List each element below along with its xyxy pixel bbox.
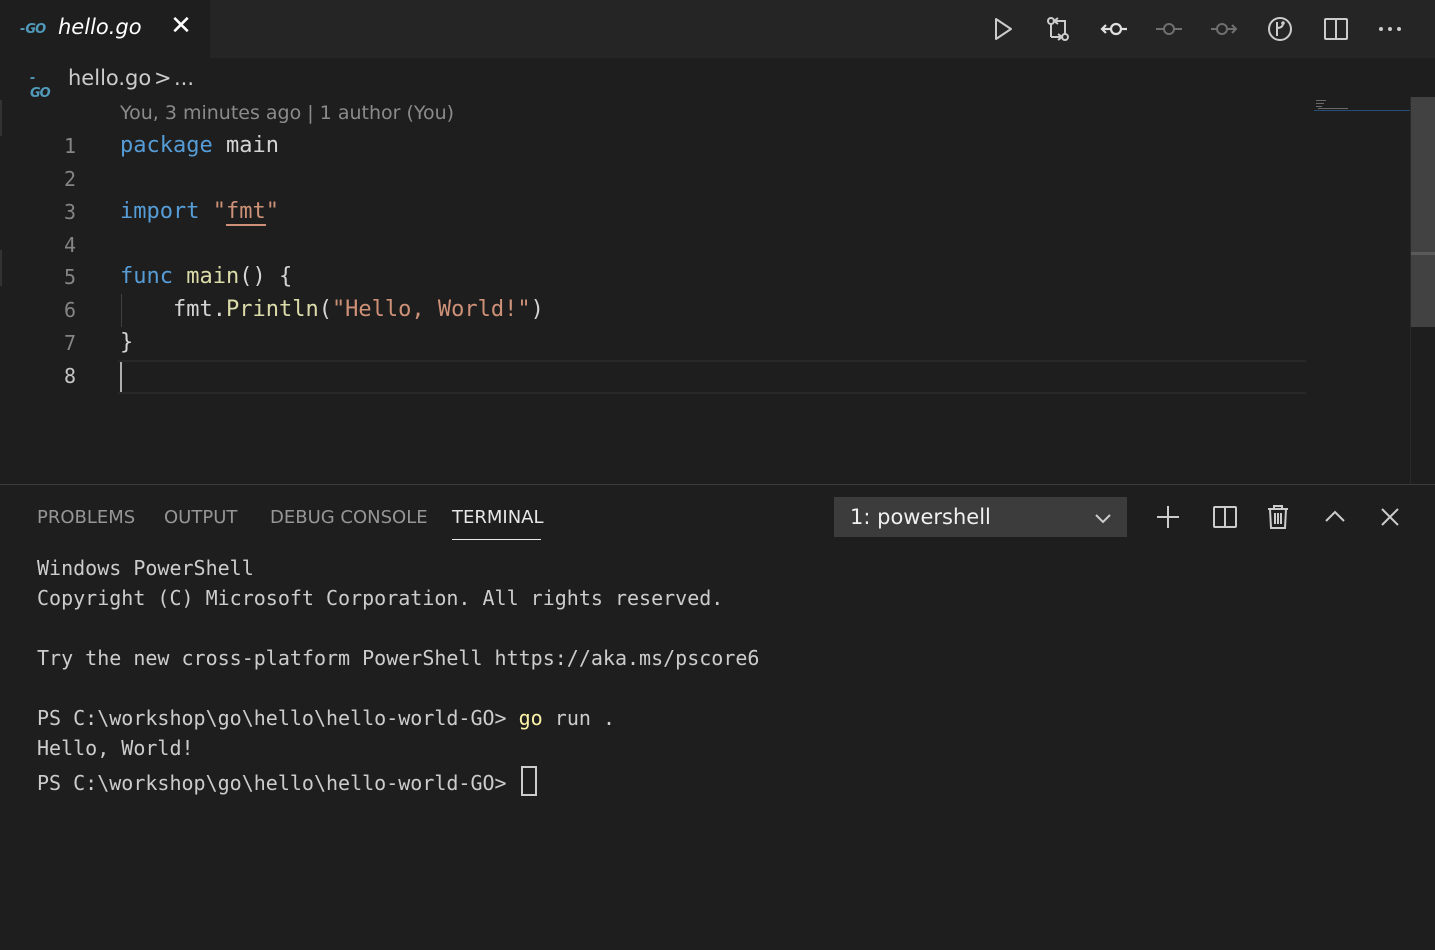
line-number: 5 [63,265,76,289]
code-line: 8 [0,360,1310,393]
editor-tab-hello-go[interactable]: -GO hello.go ✕ [0,0,210,58]
tab-debug-console[interactable]: DEBUG CONSOLE [270,507,428,528]
activity-edge [0,250,2,286]
next-change-icon [1211,23,1238,35]
tab-problems[interactable]: PROBLEMS [37,507,135,528]
line-content: } [120,330,134,355]
line-number: 3 [63,200,76,224]
breadcrumb-symbols[interactable]: ... [174,66,194,90]
code-line: 4 [0,229,1310,262]
tab-terminal[interactable]: TERMINAL [452,507,544,528]
terminal-line: Try the new cross-platform PowerShell ht… [37,646,760,670]
chevron-up-icon [1325,510,1345,522]
code-line: 6 fmt.Println("Hello, World!") [0,294,1310,327]
plus-icon [1157,506,1179,528]
tab-title: hello.go [58,15,142,39]
new-terminal-button[interactable] [1152,501,1184,533]
activity-edge [0,100,2,136]
go-file-icon: -GO [30,71,51,101]
scrollbar-cursor-marker [1411,252,1435,255]
line-number: 4 [63,233,76,257]
line-number: 8 [63,364,76,388]
line-content: import "fmt" [120,199,279,226]
previous-change-icon [1100,22,1127,36]
git-blame-annotation[interactable]: You, 3 minutes ago | 1 author (You) [120,102,454,124]
git-lens-button[interactable] [1263,12,1297,46]
terminal-line: Hello, World! [37,736,194,760]
split-terminal-icon [1213,506,1237,528]
compare-changes-button[interactable] [1041,12,1075,46]
go-file-icon: -GO [20,22,46,37]
breadcrumb-file[interactable]: hello.go [68,66,151,90]
git-lens-icon [1268,17,1292,41]
run-button[interactable] [985,12,1019,46]
breadcrumb-separator: > [154,66,172,90]
more-actions-icon [1379,27,1401,31]
split-editor-icon [1324,18,1348,40]
line-content: fmt.Println("Hello, World!") [120,297,544,322]
terminal-cursor [520,766,537,796]
editor-scrollbar-thumb[interactable] [1411,97,1435,327]
timeline-button[interactable] [1152,12,1186,46]
code-line: 2 [0,163,1310,196]
line-number: 2 [63,167,76,191]
close-tab-button[interactable]: ✕ [166,11,196,41]
kill-terminal-button[interactable] [1262,501,1294,533]
terminal-line: Copyright (C) Microsoft Corporation. All… [37,586,724,610]
line-number: 7 [63,331,76,355]
editor-tab-bar: -GO hello.go ✕ [0,0,1435,58]
bottom-panel: PROBLEMS OUTPUT DEBUG CONSOLE TERMINAL 1… [0,484,1435,950]
next-change-button[interactable] [1207,12,1241,46]
code-line: 1 package main [0,130,1310,163]
run-icon [995,18,1012,40]
active-tab-indicator [452,539,541,540]
line-number: 1 [63,134,76,158]
timeline-icon [1156,23,1182,35]
line-content: func main() { [120,264,293,289]
minimap-slider[interactable] [1314,110,1410,111]
line-content: package main [120,133,279,158]
code-line: 7 } [0,327,1310,360]
compare-changes-icon [1047,17,1069,41]
maximize-panel-button[interactable] [1319,501,1351,533]
chevron-down-icon [1095,514,1111,524]
line-number: 6 [63,298,76,322]
terminal-prompt-line: PS C:\workshop\go\hello\hello-world-GO> [37,766,537,796]
terminal-selector[interactable]: 1: powershell [834,497,1127,537]
terminal-line: Windows PowerShell [37,556,254,580]
code-line: 3 import "fmt" [0,196,1310,229]
split-terminal-button[interactable] [1209,501,1241,533]
previous-change-button[interactable] [1097,12,1131,46]
close-icon [1381,508,1399,526]
code-line: 5 func main() { [0,261,1310,294]
terminal-selector-value: 1: powershell [850,505,991,529]
more-actions-button[interactable] [1373,12,1407,46]
terminal-command-line: PS C:\workshop\go\hello\hello-world-GO> … [37,706,615,730]
import-path-warning: fmt [225,199,266,226]
minimap[interactable] [1316,97,1350,109]
trash-icon [1268,505,1288,529]
text-cursor [120,362,122,392]
close-panel-button[interactable] [1374,501,1406,533]
split-editor-button[interactable] [1319,12,1353,46]
tab-output[interactable]: OUTPUT [164,507,237,528]
